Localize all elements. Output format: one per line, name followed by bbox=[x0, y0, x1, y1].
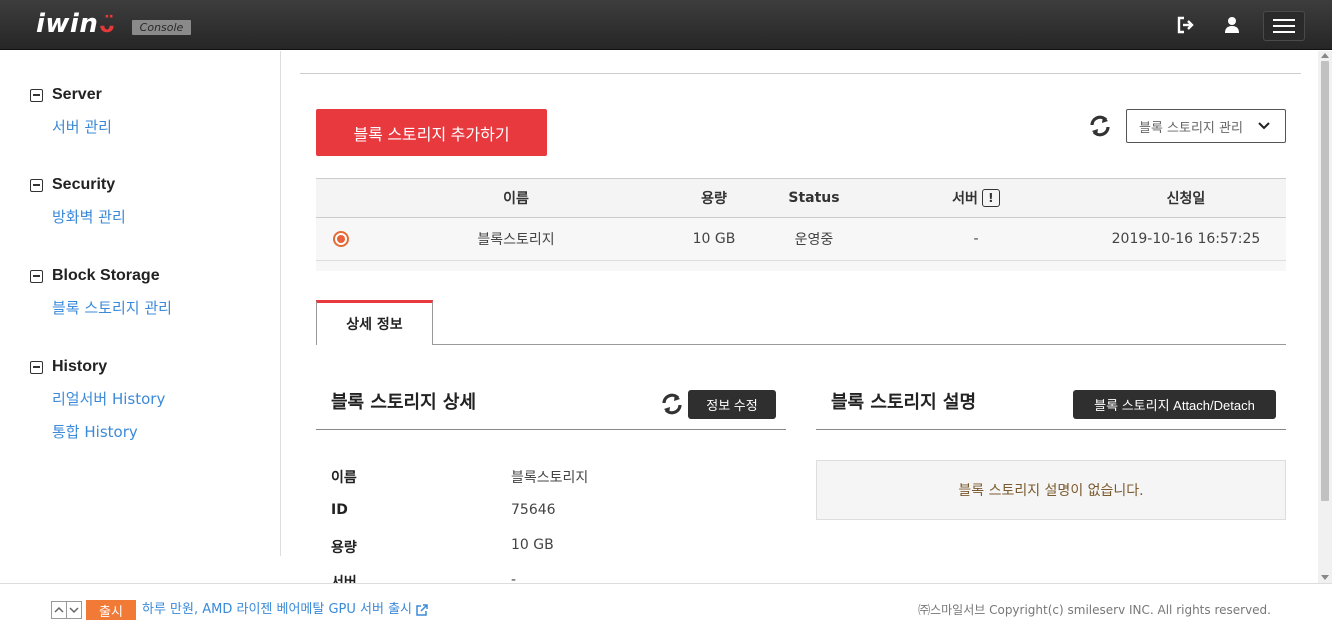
detail-value: - bbox=[511, 572, 517, 583]
row-radio[interactable] bbox=[332, 218, 350, 260]
logout-icon[interactable] bbox=[1174, 13, 1198, 37]
table-row[interactable]: 블록스토리지 10 GB 운영중 - 2019-10-16 16:57:25 bbox=[316, 218, 1286, 261]
sidebar-group-history: History 리얼서버 History 통합 History bbox=[30, 355, 165, 444]
tab-details[interactable]: 상세 정보 bbox=[316, 300, 433, 345]
scroll-thumb[interactable] bbox=[1321, 61, 1329, 501]
column-header-name: 이름 bbox=[503, 191, 529, 207]
detail-value: 10 GB bbox=[511, 537, 554, 553]
cell-server: - bbox=[973, 231, 979, 247]
logo[interactable]: iwinᴗ̈ bbox=[36, 9, 115, 39]
detail-label: 서버 bbox=[331, 575, 357, 583]
cell-status: 운영중 bbox=[794, 232, 834, 248]
column-header-date: 신청일 bbox=[1166, 191, 1206, 207]
radio-selected-icon bbox=[333, 231, 349, 247]
storage-table: 이름 용량 Status 서버 ! 신청일 블록스토리지 10 GB 운영중 -… bbox=[316, 178, 1286, 271]
detail-label: 용량 bbox=[331, 540, 357, 556]
detail-panel-title: 블록 스토리지 상세 bbox=[331, 392, 477, 413]
detail-value: 블록스토리지 bbox=[511, 470, 589, 486]
scroll-down-icon[interactable] bbox=[1321, 575, 1329, 580]
sidebar-group-security: Security 방화벽 관리 bbox=[30, 173, 126, 229]
hamburger-menu-button[interactable] bbox=[1263, 11, 1305, 41]
scroll-up-icon[interactable] bbox=[1321, 53, 1329, 58]
news-link[interactable]: 하루 만원, AMD 라이젠 베어메탈 GPU 서버 출시 bbox=[142, 600, 428, 620]
divider bbox=[300, 73, 1301, 74]
console-badge: Console bbox=[132, 20, 191, 35]
sidebar-group-toggle[interactable]: Block Storage bbox=[30, 264, 172, 288]
column-header-size: 용량 bbox=[701, 191, 727, 207]
menu-bar bbox=[1273, 19, 1295, 21]
column-header-status: Status bbox=[788, 190, 840, 206]
storage-menu-select[interactable]: 블록 스토리지 관리 bbox=[1126, 109, 1286, 143]
chevron-down-icon bbox=[1257, 119, 1271, 137]
sidebar-group-toggle[interactable]: History bbox=[30, 355, 165, 379]
add-block-storage-button[interactable]: 블록 스토리지 추가하기 bbox=[316, 109, 547, 156]
sidebar-group-block-storage: Block Storage 블록 스토리지 관리 bbox=[30, 264, 172, 320]
collapse-icon bbox=[30, 178, 43, 192]
collapse-icon bbox=[30, 360, 43, 374]
news-prev-button[interactable] bbox=[51, 601, 67, 619]
description-empty-box: 블록 스토리지 설명이 없습니다. bbox=[816, 460, 1286, 520]
sidebar-item-firewall[interactable]: 방화벽 관리 bbox=[52, 205, 126, 229]
sidebar-group-toggle[interactable]: Server bbox=[30, 83, 112, 107]
scrollbar[interactable] bbox=[1318, 51, 1332, 583]
edit-info-button[interactable]: 정보 수정 bbox=[688, 390, 776, 419]
description-panel-title: 블록 스토리지 설명 bbox=[831, 392, 977, 413]
menu-bar bbox=[1273, 25, 1295, 27]
table-spacer bbox=[316, 261, 1286, 271]
attach-detach-button[interactable]: 블록 스토리지 Attach/Detach bbox=[1073, 390, 1276, 419]
detail-label: ID bbox=[331, 502, 348, 518]
divider bbox=[316, 429, 786, 430]
cell-name: 블록스토리지 bbox=[477, 232, 555, 248]
column-header-server: 서버 ! bbox=[906, 179, 1046, 217]
divider bbox=[816, 429, 1286, 430]
sidebar-group-title: Security bbox=[52, 176, 116, 193]
cell-size: 10 GB bbox=[692, 231, 736, 247]
detail-refresh-icon[interactable] bbox=[659, 391, 685, 417]
external-link-icon bbox=[416, 604, 428, 616]
alert-icon[interactable]: ! bbox=[981, 189, 1000, 207]
menu-bar bbox=[1273, 31, 1295, 33]
sidebar-item-realserver-history[interactable]: 리얼서버 History bbox=[52, 387, 165, 411]
logo-text: iwin bbox=[36, 9, 99, 39]
sidebar-group-title: History bbox=[52, 358, 108, 375]
news-link-text: 하루 만원, AMD 라이젠 베어메탈 GPU 서버 출시 bbox=[142, 602, 413, 617]
footer: 출시 하루 만원, AMD 라이젠 베어메탈 GPU 서버 출시 ㈜스마일서브 … bbox=[0, 583, 1332, 632]
main-content: 블록 스토리지 추가하기 블록 스토리지 관리 이름 용량 Status 서버 … bbox=[300, 51, 1301, 583]
detail-label: 이름 bbox=[331, 470, 357, 486]
select-value: 블록 스토리지 관리 bbox=[1139, 120, 1243, 136]
table-header: 이름 용량 Status 서버 ! 신청일 bbox=[316, 178, 1286, 218]
top-bar: iwinᴗ̈ Console bbox=[0, 0, 1332, 50]
news-badge: 출시 bbox=[86, 600, 136, 620]
sidebar-group-toggle[interactable]: Security bbox=[30, 173, 126, 197]
news-next-button[interactable] bbox=[66, 601, 82, 619]
collapse-icon bbox=[30, 269, 43, 283]
tab-divider bbox=[316, 344, 1286, 345]
collapse-icon bbox=[30, 88, 43, 102]
sidebar-item-integrated-history[interactable]: 통합 History bbox=[52, 420, 165, 444]
sidebar-item-server-management[interactable]: 서버 관리 bbox=[52, 115, 112, 139]
sidebar-item-block-storage[interactable]: 블록 스토리지 관리 bbox=[52, 296, 172, 320]
refresh-icon[interactable] bbox=[1087, 113, 1113, 139]
sidebar-group-title: Server bbox=[52, 86, 102, 103]
sidebar: Server 서버 관리 Security 방화벽 관리 Block Stora… bbox=[0, 51, 281, 556]
user-icon[interactable] bbox=[1220, 13, 1244, 37]
column-header-server-label: 서버 bbox=[952, 191, 978, 207]
sidebar-group-server: Server 서버 관리 bbox=[30, 83, 112, 139]
cell-date: 2019-10-16 16:57:25 bbox=[1111, 231, 1261, 247]
logo-smile-icon: ᴗ̈ bbox=[99, 13, 115, 38]
sidebar-group-title: Block Storage bbox=[52, 267, 160, 284]
detail-value: 75646 bbox=[511, 502, 556, 518]
copyright-text: ㈜스마일서브 Copyright(c) smileserv INC. All r… bbox=[918, 603, 1271, 617]
